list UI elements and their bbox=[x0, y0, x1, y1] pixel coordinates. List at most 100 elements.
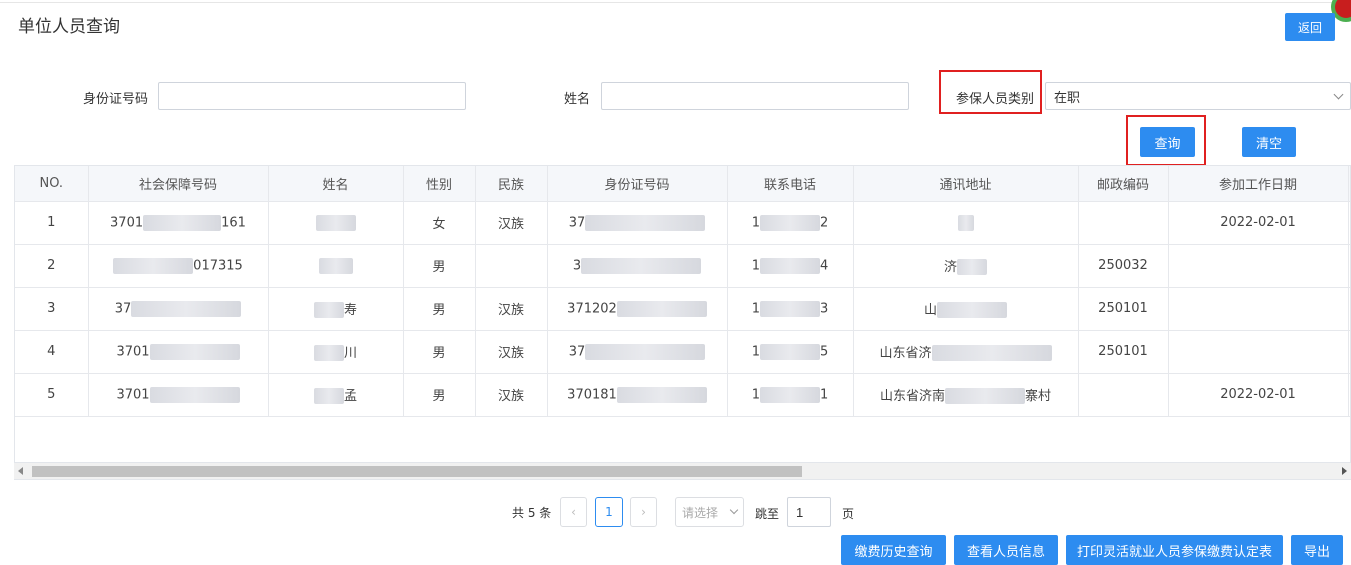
col-header-name: 姓名 bbox=[268, 166, 404, 202]
redacted-mask bbox=[143, 214, 222, 231]
cell-phone: 14 bbox=[727, 244, 854, 288]
page-size-placeholder: 请选择 bbox=[682, 505, 719, 520]
horizontal-scrollbar[interactable] bbox=[14, 462, 1351, 479]
redacted-mask bbox=[760, 386, 820, 403]
scrollbar-thumb[interactable] bbox=[32, 466, 802, 477]
cell-address: 山 bbox=[853, 287, 1079, 331]
cell-address bbox=[853, 201, 1079, 245]
cell-zip: 250032 bbox=[1078, 244, 1169, 288]
scroll-left-icon[interactable] bbox=[18, 467, 23, 475]
redacted-mask bbox=[113, 257, 194, 274]
name-input[interactable] bbox=[601, 82, 909, 110]
col-header-zip: 邮政编码 bbox=[1078, 166, 1169, 202]
cell-gender: 男 bbox=[403, 287, 476, 331]
col-header-ethnicity: 民族 bbox=[475, 166, 548, 202]
col-header-no: NO. bbox=[15, 166, 89, 202]
cell-ethnicity bbox=[475, 244, 548, 288]
clear-button[interactable]: 清空 bbox=[1242, 127, 1296, 157]
redacted-mask bbox=[149, 343, 240, 360]
redacted-mask bbox=[760, 343, 820, 360]
view-person-info-button[interactable]: 查看人员信息 bbox=[954, 535, 1058, 565]
cell-id-number: 371202 bbox=[547, 287, 728, 331]
cell-phone: 15 bbox=[727, 330, 854, 374]
cell-work-date: 2022-02-01 bbox=[1168, 373, 1349, 417]
col-header-phone: 联系电话 bbox=[727, 166, 854, 202]
prev-page-button[interactable]: ‹ bbox=[560, 497, 587, 527]
col-header-work-date: 参加工作日期 bbox=[1168, 166, 1349, 202]
redacted-mask bbox=[131, 300, 242, 317]
cell-ssn: 3701 bbox=[88, 373, 269, 417]
page-size-select[interactable]: 请选择 bbox=[675, 497, 744, 527]
cell-no: 1 bbox=[15, 201, 89, 245]
cell-ssn: 3701 161 bbox=[88, 201, 269, 245]
cell-name bbox=[268, 244, 404, 288]
insured-type-select[interactable]: 在职 bbox=[1045, 82, 1351, 110]
col-header-gender: 性别 bbox=[403, 166, 476, 202]
cell-work-date: 2022-02-01 bbox=[1168, 201, 1349, 245]
total-count: 共 5 条 bbox=[512, 506, 552, 520]
cell-name: 孟 bbox=[268, 373, 404, 417]
cell-ethnicity: 汉族 bbox=[475, 330, 548, 374]
cell-work-date bbox=[1168, 330, 1349, 374]
cell-no: 4 bbox=[15, 330, 89, 374]
jump-label: 跳至 bbox=[755, 507, 780, 521]
cell-id-number: 370181 bbox=[547, 373, 728, 417]
results-table: NO. 社会保障号码 姓名 性别 民族 身份证号码 联系电话 通讯地址 邮政编码… bbox=[14, 165, 1351, 480]
cell-ssn: 37 bbox=[88, 287, 269, 331]
cell-gender: 男 bbox=[403, 244, 476, 288]
redacted-mask bbox=[318, 257, 353, 274]
jump-page-input[interactable] bbox=[787, 497, 831, 527]
table-row[interactable]: 4 3701 川 男 汉族 37 15 山东省济 250101 bbox=[15, 330, 1350, 374]
cell-name bbox=[268, 201, 404, 245]
cell-gender: 女 bbox=[403, 201, 476, 245]
scroll-right-icon[interactable] bbox=[1342, 467, 1347, 475]
cell-gender: 男 bbox=[403, 330, 476, 374]
redacted-mask bbox=[313, 302, 344, 319]
cell-work-date bbox=[1168, 287, 1349, 331]
redacted-mask bbox=[616, 300, 707, 317]
cell-ssn: 3701 bbox=[88, 330, 269, 374]
redacted-mask bbox=[931, 345, 1052, 362]
table-row[interactable]: 2 017315 男 3 14 济 250032 bbox=[15, 244, 1350, 288]
cell-address: 山东省济南 寨村 bbox=[853, 373, 1079, 417]
name-label: 姓名 bbox=[563, 92, 590, 107]
table-row[interactable]: 1 3701 161 女 汉族 37 12 2022-02-01 bbox=[15, 201, 1350, 245]
cell-gender: 男 bbox=[403, 373, 476, 417]
table-row[interactable]: 3 37 寿 男 汉族 371202 13 山 250101 bbox=[15, 287, 1350, 331]
cell-address: 山东省济 bbox=[853, 330, 1079, 374]
top-divider bbox=[0, 2, 1351, 3]
redacted-mask bbox=[760, 257, 820, 274]
cell-ethnicity: 汉族 bbox=[475, 201, 548, 245]
id-number-label: 身份证号码 bbox=[82, 92, 148, 107]
cell-name: 川 bbox=[268, 330, 404, 374]
chevron-down-icon bbox=[1333, 89, 1344, 99]
redacted-mask bbox=[937, 302, 1007, 319]
export-button[interactable]: 导出 bbox=[1291, 535, 1343, 565]
table-header-row: NO. 社会保障号码 姓名 性别 民族 身份证号码 联系电话 通讯地址 邮政编码… bbox=[15, 166, 1350, 202]
payment-history-button[interactable]: 缴费历史查询 bbox=[841, 535, 946, 565]
redacted-mask bbox=[315, 214, 356, 231]
redacted-mask bbox=[313, 345, 344, 362]
search-button[interactable]: 查询 bbox=[1140, 127, 1195, 157]
redacted-mask bbox=[616, 386, 707, 403]
redacted-mask bbox=[957, 214, 974, 231]
cell-name: 寿 bbox=[268, 287, 404, 331]
next-page-button[interactable]: › bbox=[630, 497, 657, 527]
redacted-mask bbox=[760, 300, 820, 317]
print-certification-button[interactable]: 打印灵活就业人员参保缴费认定表 bbox=[1066, 535, 1283, 565]
page-button-1[interactable]: 1 bbox=[595, 497, 623, 527]
redacted-mask bbox=[585, 214, 706, 231]
redacted-mask bbox=[957, 259, 987, 276]
back-button[interactable]: 返回 bbox=[1285, 13, 1335, 41]
col-header-address: 通讯地址 bbox=[853, 166, 1079, 202]
cell-ethnicity: 汉族 bbox=[475, 287, 548, 331]
chevron-left-icon: ‹ bbox=[571, 505, 576, 519]
cell-phone: 13 bbox=[727, 287, 854, 331]
cell-zip: 250101 bbox=[1078, 287, 1169, 331]
table-row[interactable]: 5 3701 孟 男 汉族 370181 11 山东省济南 寨村 2022-02-… bbox=[15, 373, 1350, 417]
cell-no: 3 bbox=[15, 287, 89, 331]
redacted-mask bbox=[149, 386, 240, 403]
cell-zip: 250101 bbox=[1078, 330, 1169, 374]
cell-id-number: 3 bbox=[547, 244, 728, 288]
id-number-input[interactable] bbox=[158, 82, 466, 110]
